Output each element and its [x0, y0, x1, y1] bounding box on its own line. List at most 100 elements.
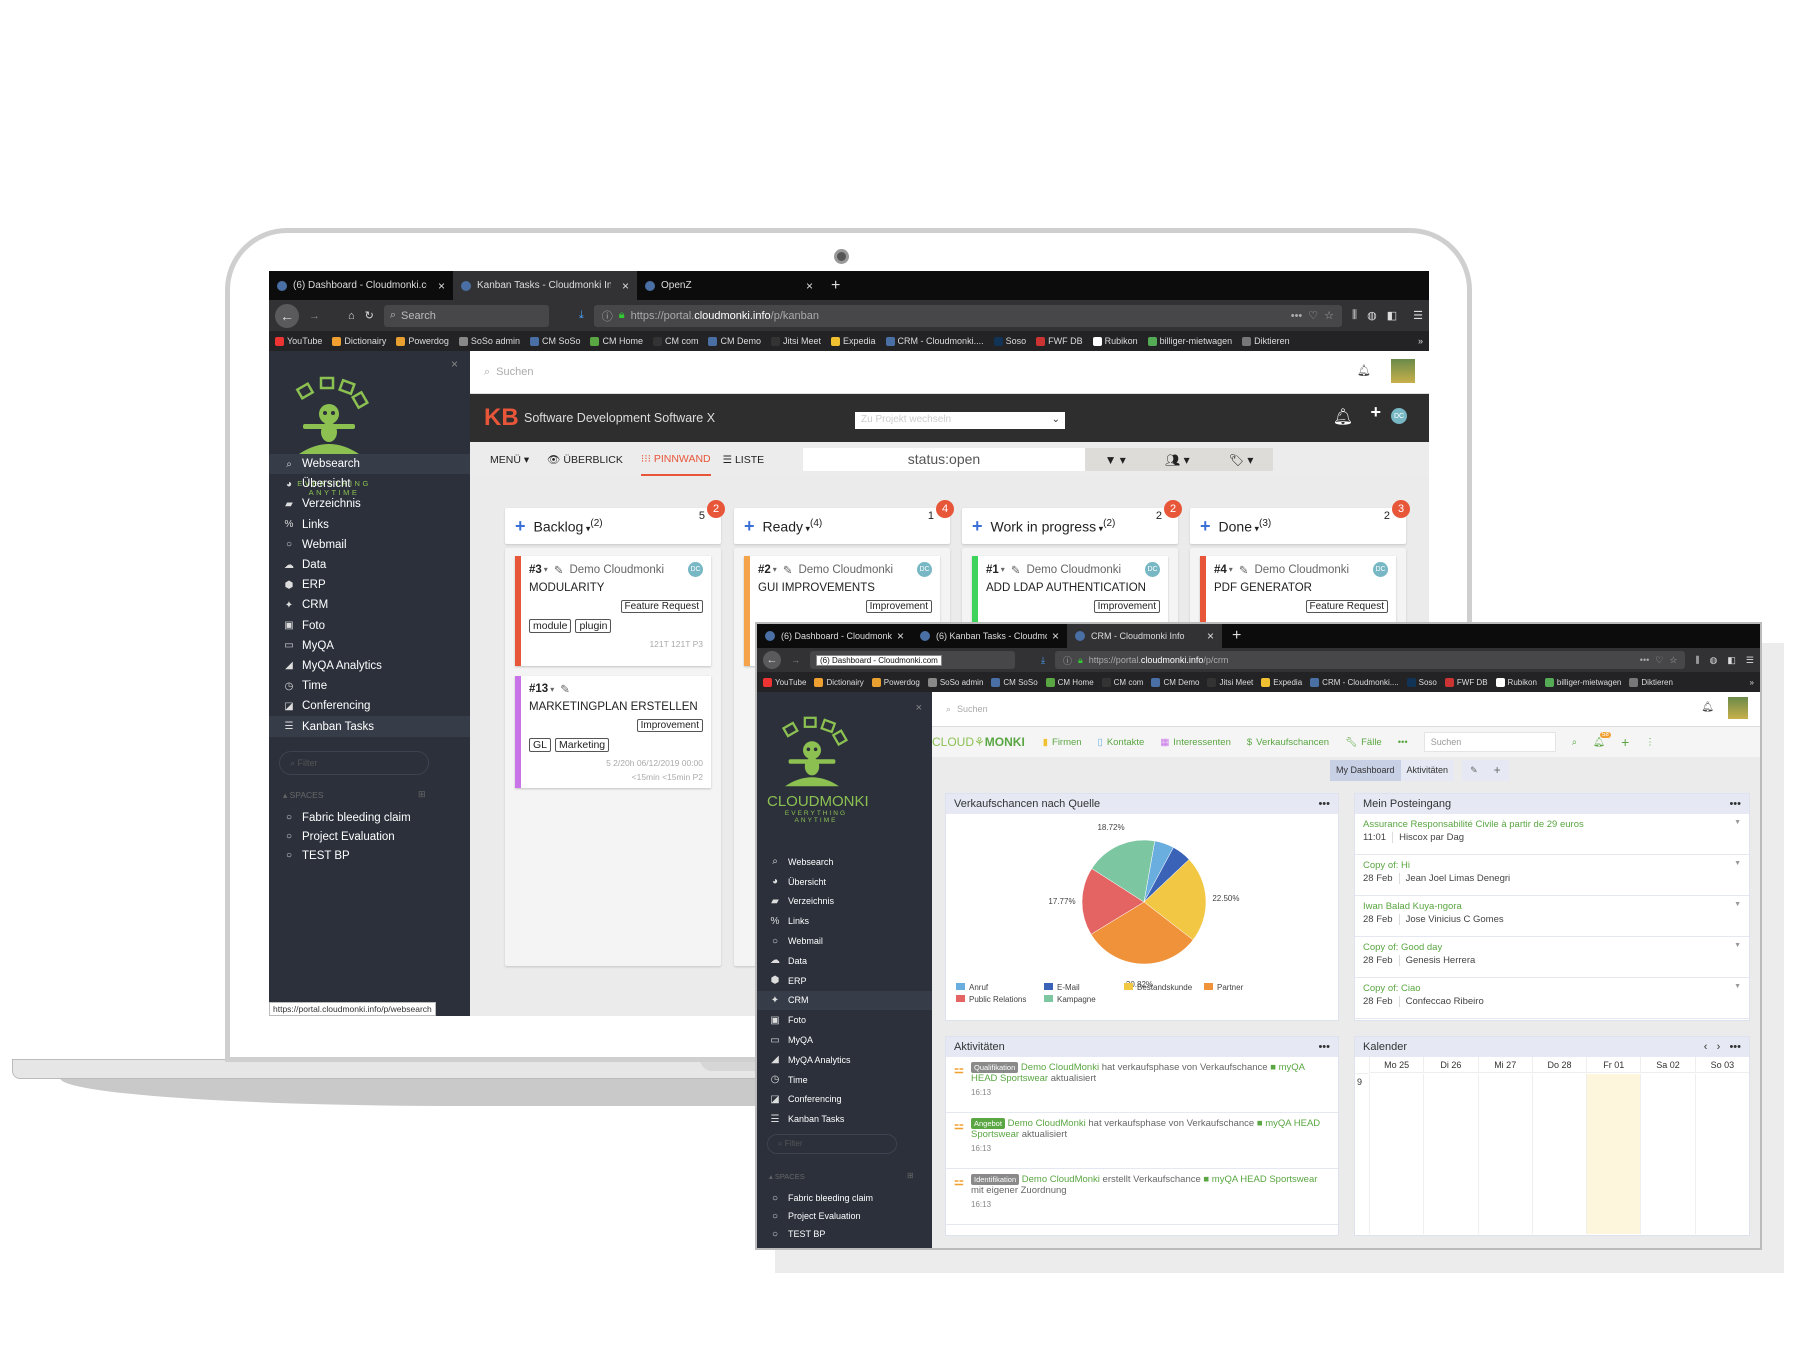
panel-menu-icon[interactable]: ••• [1729, 798, 1741, 810]
back-button[interactable]: ← [275, 303, 299, 328]
url-bar[interactable]: ⓘ 🔒︎ https://portal.cloudmonki.info/p/kanb… [593, 304, 1343, 327]
bookmark-item[interactable]: CM Home [590, 336, 643, 346]
sidebar-item-conferencing[interactable]: ◪ Conferencing [757, 1090, 932, 1110]
sidebar-item-websearch[interactable]: ⌕ Websearch [269, 454, 470, 475]
inbox-item[interactable]: Copy of: Hi 28 Feb Jean Joel Limas Denegri… [1355, 855, 1749, 896]
bookmark-item[interactable]: SoSo admin [927, 677, 983, 687]
sidebar-toggle-icon[interactable]: ◧ [1387, 309, 1397, 322]
sidebar-item-links[interactable]: % Links [269, 515, 470, 535]
crm-nav-kontakte[interactable]: ▯ Kontakte [1098, 737, 1145, 748]
bookmark-item[interactable]: Expedia [831, 336, 876, 346]
task-id[interactable]: #4 [1214, 564, 1227, 576]
inbox-item[interactable]: Iwan Balad Kuya-ngora 28 Feb Jose Vinicius… [1355, 896, 1749, 937]
sidebar-filter-input[interactable]: ⌕ Filter [767, 1134, 897, 1154]
bookmark-item[interactable]: CM com [652, 336, 698, 346]
email-subject[interactable]: Assurance Responsabilité Civile à partir… [1363, 819, 1741, 830]
task-tag[interactable]: module [529, 619, 572, 633]
legend-label[interactable]: Kampagne [1057, 995, 1096, 1004]
browser-tab[interactable]: (6) Dashboard - Cloudmonki.co × [757, 624, 912, 648]
dropdown-caret-icon[interactable]: ▼ [1734, 942, 1741, 949]
dropdown-caret-icon[interactable]: ▾ [1252, 523, 1259, 533]
email-subject[interactable]: Iwan Balad Kuya-ngora [1363, 901, 1741, 912]
bell-icon[interactable]: 🔔︎ [1357, 364, 1371, 377]
tab-list[interactable]: ☰ LISTE [723, 454, 765, 466]
more-icon[interactable]: ••• [1291, 310, 1303, 322]
menu-icon[interactable]: ☰ [1746, 655, 1754, 666]
calendar-day-header[interactable]: Mo 25 [1369, 1057, 1424, 1073]
browser-tab[interactable]: (6) Dashboard - Cloudmonki.co × [269, 271, 453, 300]
browser-search-input[interactable]: (6) Dashboard - Cloudmonki.com [810, 651, 1015, 669]
space-item[interactable]: ○ TEST BP [757, 1225, 932, 1243]
calendar-day-column[interactable] [1369, 1074, 1424, 1234]
sidebar-item-myqa[interactable]: ▭ MyQA [269, 636, 470, 656]
dropdown-caret-icon[interactable]: ▾ [550, 685, 554, 694]
bookmark-item[interactable]: Soso [993, 336, 1026, 346]
bookmark-item[interactable]: Rubikon [1092, 336, 1138, 346]
calendar-day-column[interactable] [1531, 1074, 1587, 1234]
activity-actor-link[interactable]: Demo CloudMonki [1008, 1118, 1086, 1129]
email-subject[interactable]: Copy of: Ciao [1363, 983, 1741, 994]
menu-icon[interactable]: ☰ [1413, 309, 1423, 322]
edit-dashboard-icon[interactable]: ✎ [1462, 760, 1486, 781]
sidebar-item-data[interactable]: ☁ Data [757, 951, 932, 971]
crm-nav-interessenten[interactable]: ▦ Interessenten [1160, 737, 1231, 748]
calendar-day-header[interactable]: Fr 01 [1586, 1057, 1641, 1073]
inbox-item[interactable]: Copy of: Good day 28 Feb Genesis Herrera ▼ [1355, 937, 1749, 978]
calendar-day-column[interactable] [1640, 1074, 1695, 1234]
close-sidebar-icon[interactable]: × [916, 702, 922, 714]
inbox-item[interactable]: Copy of: Ciao 28 Feb Confeccao Ribeiro ▼ [1355, 978, 1749, 1019]
calendar-day-header[interactable]: Sa 02 [1640, 1057, 1695, 1073]
email-subject[interactable]: Copy of: Good day [1363, 942, 1741, 953]
sidebar-item-kanban-tasks[interactable]: ☰ Kanban Tasks [269, 716, 470, 737]
sidebar-item-übersicht[interactable]: ◕ Übersicht [757, 872, 932, 892]
sidebar-toggle-icon[interactable]: ◧ [1727, 655, 1736, 666]
close-tab-icon[interactable]: × [622, 279, 629, 293]
bookmark-item[interactable]: Dictionairy [332, 336, 386, 346]
prev-week-icon[interactable]: ‹ [1704, 1041, 1708, 1053]
bookmark-item[interactable]: Powerdog [396, 336, 449, 346]
sidebar-item-data[interactable]: ☁ Data [269, 555, 470, 575]
calendar-day-header[interactable]: Mi 27 [1477, 1057, 1532, 1073]
dropdown-caret-icon[interactable]: ▾ [1229, 565, 1233, 574]
edit-icon[interactable]: ✎ [554, 563, 564, 577]
sidebar-item-websearch[interactable]: ⌕ Websearch [757, 852, 932, 872]
download-icon[interactable]: ⤓ [579, 309, 584, 322]
reload-button[interactable]: ↻ [365, 309, 374, 322]
bookmark-item[interactable]: CRM - Cloudmonki.... [1310, 677, 1399, 687]
calendar-day-column[interactable] [1586, 1074, 1641, 1234]
dropdown-caret-icon[interactable]: ▾ [1001, 565, 1005, 574]
add-space-icon[interactable]: ⊞ [418, 789, 426, 800]
edit-icon[interactable]: ✎ [783, 563, 793, 577]
browser-tab[interactable]: OpenZ × [637, 271, 821, 300]
task-id[interactable]: #3 [529, 564, 542, 576]
crm-search-input[interactable]: Suchen [1423, 732, 1556, 752]
sidebar-item-kanban-tasks[interactable]: ☰ Kanban Tasks [757, 1109, 932, 1129]
bookmark-item[interactable]: FWF DB [1036, 336, 1083, 346]
home-button[interactable]: ⌂ [348, 310, 355, 322]
more-bookmarks-icon[interactable]: » [1750, 678, 1754, 687]
bookmark-item[interactable]: CM SoSo [991, 677, 1038, 687]
task-id[interactable]: #13 [529, 683, 548, 695]
tab-board[interactable]: ⁝⁝⁝ PINNWAND [640, 444, 711, 476]
crm-nav-firmen[interactable]: ▮ Firmen [1043, 737, 1082, 748]
library-icon[interactable]: ⫼ [1695, 655, 1699, 666]
bookmark-item[interactable]: Expedia [1261, 677, 1302, 687]
bookmark-item[interactable]: CM SoSo [529, 336, 580, 346]
bookmark-item[interactable]: Powerdog [871, 677, 920, 687]
task-id[interactable]: #1 [986, 564, 999, 576]
pocket-icon[interactable]: ♡ [1308, 309, 1318, 322]
new-tab-button[interactable]: + [1222, 624, 1251, 648]
url-bar[interactable]: ⓘ 🔒︎ https://portal.cloudmonki.info/p/crm •… [1054, 651, 1686, 669]
inbox-item[interactable]: Assurance Responsabilité Civile à partir… [1355, 814, 1749, 855]
user-avatar[interactable] [1728, 697, 1748, 719]
sync-icon[interactable]: ◍ [1367, 309, 1377, 322]
bookmark-item[interactable]: CM com [1101, 677, 1143, 687]
sidebar-filter-input[interactable]: ⌕ Filter [279, 751, 429, 775]
panel-menu-icon[interactable]: ••• [1318, 798, 1330, 810]
new-tab-button[interactable]: + [821, 271, 850, 300]
forward-button[interactable]: → [791, 655, 800, 665]
opportunity-link[interactable]: ■ myQA HEAD Sportswear [1203, 1174, 1317, 1185]
close-tab-icon[interactable]: × [1052, 629, 1059, 643]
close-tab-icon[interactable]: × [438, 279, 445, 293]
bookmark-item[interactable]: YouTube [275, 336, 322, 346]
